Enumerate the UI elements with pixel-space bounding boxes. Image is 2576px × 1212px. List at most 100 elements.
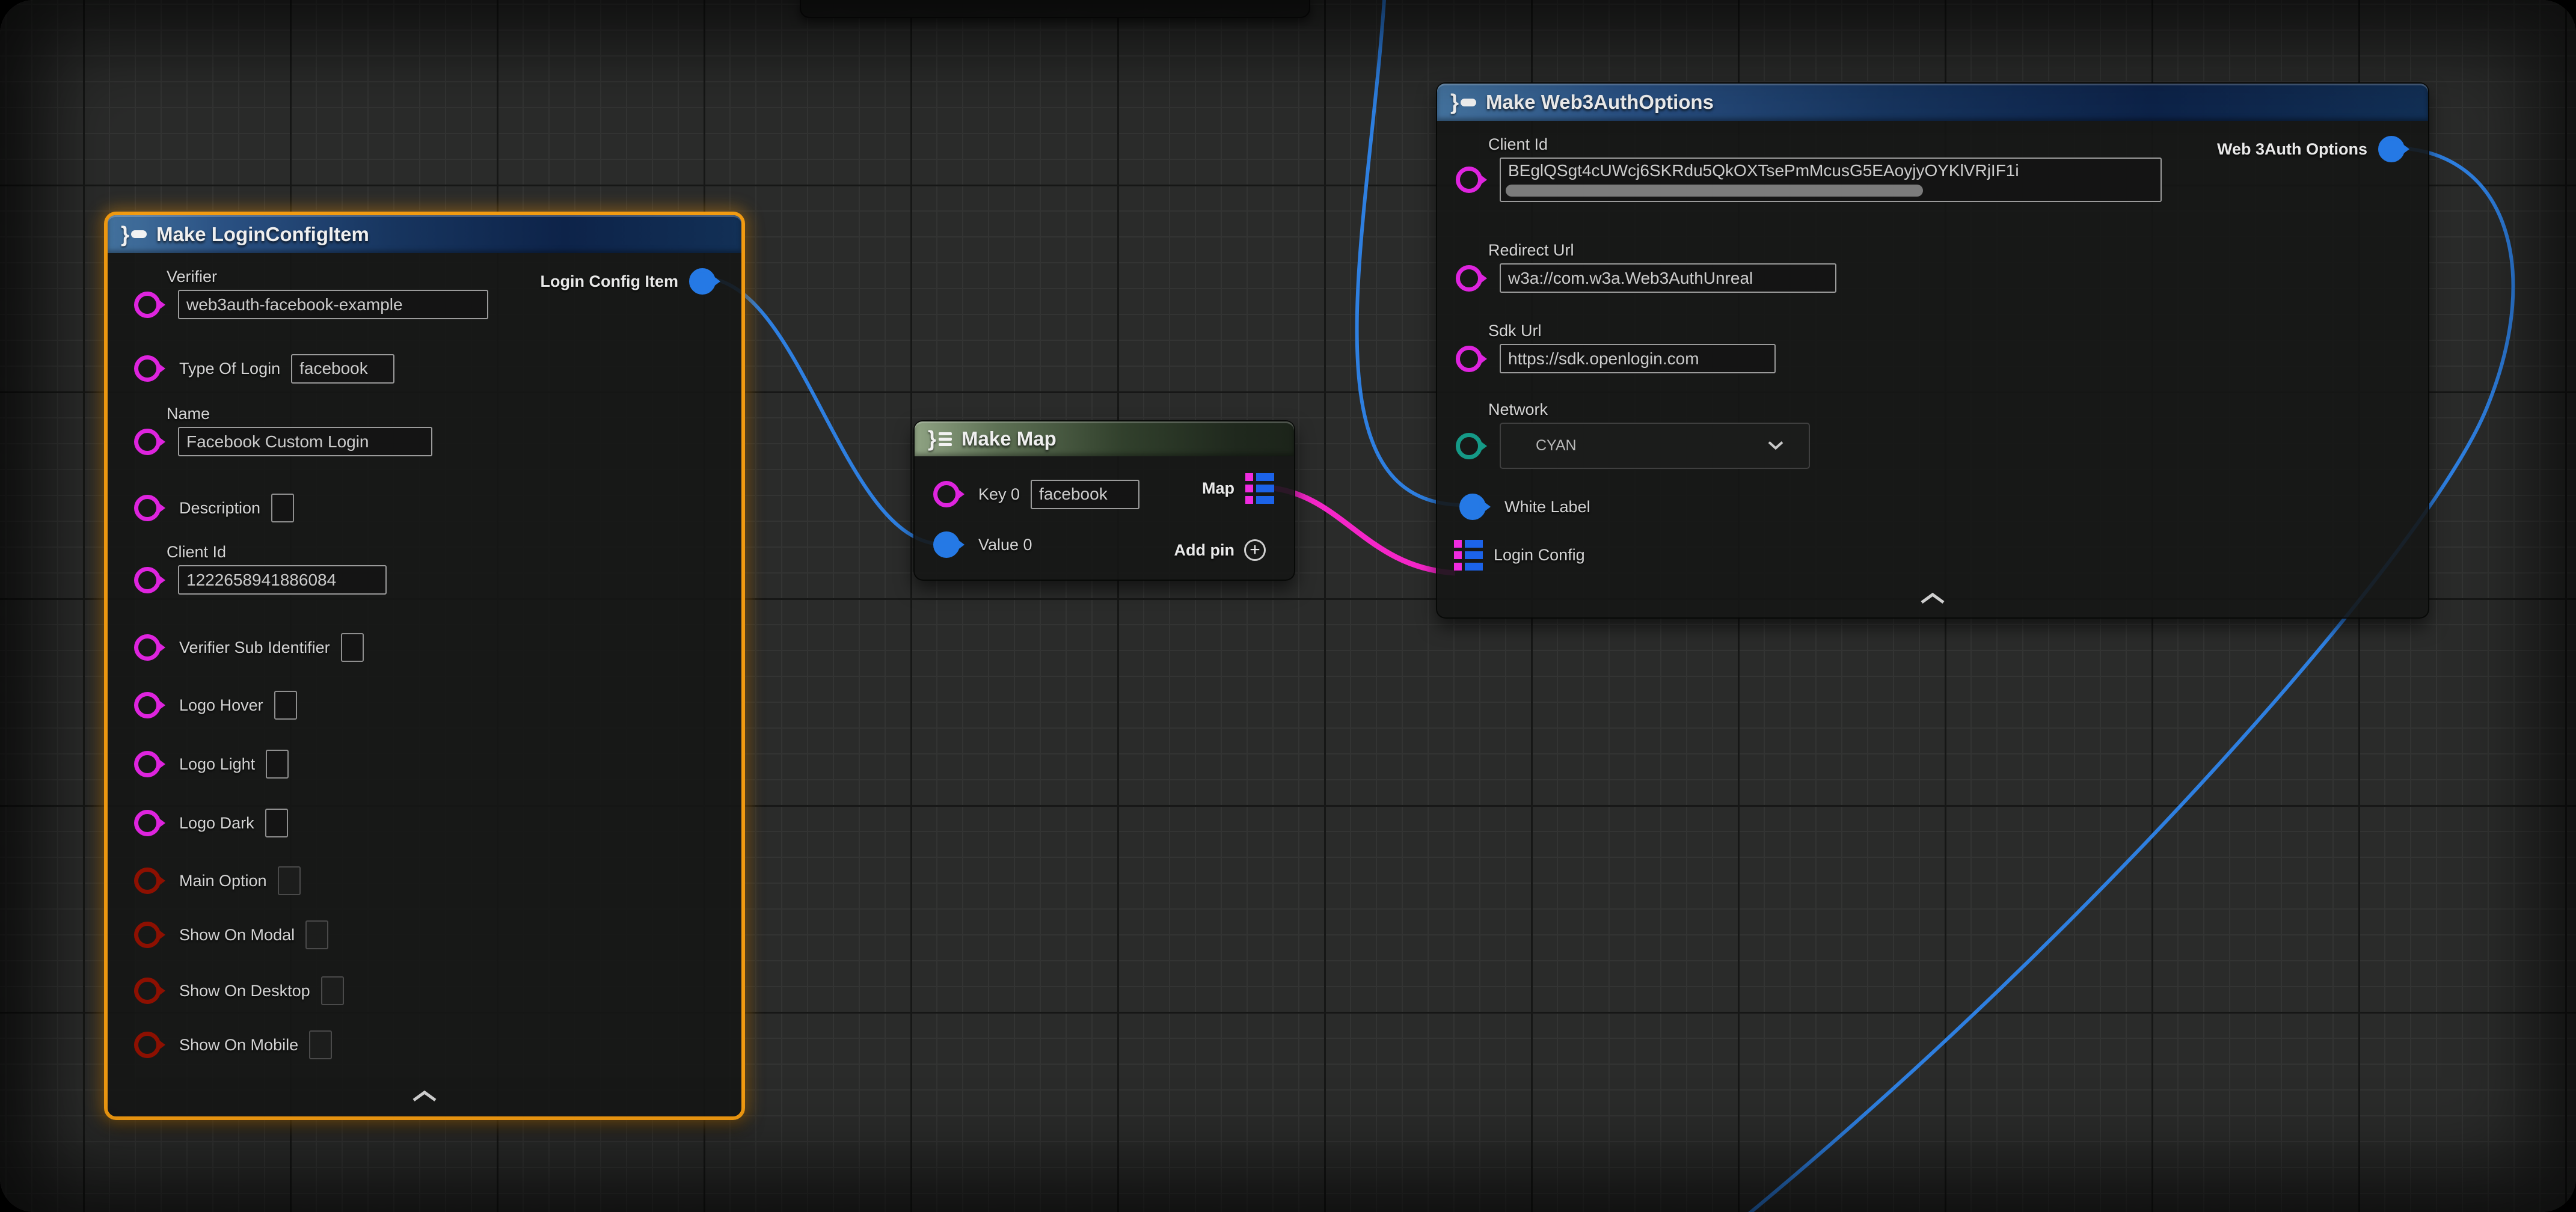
logo-light-input[interactable]	[266, 750, 289, 779]
field-network: Network CYAN	[1456, 400, 1810, 469]
main-option-checkbox[interactable]	[278, 866, 301, 895]
pin-description[interactable]	[134, 495, 161, 521]
logo-hover-input[interactable]	[274, 691, 297, 720]
pin-client-id[interactable]	[1456, 167, 1482, 193]
key0-label: Key 0	[978, 485, 1020, 504]
verifier-sub-identifier-input[interactable]	[341, 633, 364, 662]
node-title: Make Web3AuthOptions	[1486, 91, 1714, 114]
show-on-mobile-checkbox[interactable]	[309, 1030, 332, 1059]
pin-logo-light[interactable]	[134, 751, 161, 777]
client-id-text: BEglQSgt4cUWcj6SKRdu5QkOXTsePmMcusG5EAoy…	[1508, 161, 2019, 180]
white-label-label: White Label	[1504, 498, 1590, 516]
node-header[interactable]: } Make Map	[915, 421, 1294, 456]
field-logo-light: Logo Light	[134, 750, 289, 779]
description-label: Description	[179, 499, 260, 518]
chevron-down-icon	[1767, 437, 1785, 454]
field-login-config: Login Config	[1454, 540, 1585, 569]
node-header[interactable]: } Make LoginConfigItem	[108, 215, 741, 253]
field-show-on-mobile: Show On Mobile	[134, 1030, 332, 1059]
pin-show-on-mobile[interactable]	[134, 1032, 161, 1058]
show-on-mobile-label: Show On Mobile	[179, 1036, 298, 1054]
login-config-item-label: Login Config Item	[541, 272, 678, 291]
client-id-label: Client Id	[167, 543, 387, 562]
field-type-of-login: Type Of Login facebook	[134, 354, 394, 383]
pin-network[interactable]	[1456, 433, 1482, 459]
pin-value0[interactable]	[933, 531, 960, 558]
key0-input[interactable]: facebook	[1031, 480, 1139, 509]
pin-key0[interactable]	[933, 481, 960, 507]
show-on-desktop-label: Show On Desktop	[179, 982, 310, 1000]
login-config-label: Login Config	[1494, 546, 1585, 565]
value0-label: Value 0	[978, 536, 1032, 554]
field-redirect-url: Redirect Url w3a://com.w3a.Web3AuthUnrea…	[1456, 241, 1836, 293]
make-struct-icon: }	[121, 230, 147, 238]
pin-logo-hover[interactable]	[134, 692, 161, 718]
field-logo-hover: Logo Hover	[134, 691, 297, 720]
pin-sdk-url[interactable]	[1456, 346, 1482, 372]
field-value0: Value 0	[933, 530, 1032, 559]
network-dropdown[interactable]: CYAN	[1500, 423, 1810, 469]
verifier-input[interactable]: web3auth-facebook-example	[178, 290, 488, 319]
sdk-url-input[interactable]: https://sdk.openlogin.com	[1500, 344, 1776, 373]
node-make-web3authoptions[interactable]: } Make Web3AuthOptions Client Id BEglQSg…	[1436, 82, 2429, 619]
add-pin-row: Add pin +	[1174, 537, 1266, 563]
pin-main-option[interactable]	[134, 868, 161, 894]
show-on-modal-label: Show On Modal	[179, 926, 295, 944]
offscreen-node-partial[interactable]	[800, 0, 1310, 18]
output-map: Map	[1202, 475, 1274, 501]
web3auth-options-label: Web 3Auth Options	[2217, 140, 2367, 159]
pin-show-on-desktop[interactable]	[134, 978, 161, 1004]
collapse-chevron-icon[interactable]	[411, 1089, 438, 1106]
add-pin-button[interactable]: Add pin +	[1174, 539, 1266, 561]
pin-login-config[interactable]	[1454, 540, 1483, 571]
type-of-login-input[interactable]: facebook	[291, 354, 394, 384]
field-white-label: White Label	[1459, 492, 1590, 521]
make-struct-icon: }	[1450, 99, 1476, 106]
logo-dark-label: Logo Dark	[179, 814, 254, 833]
field-main-option: Main Option	[134, 866, 301, 895]
pin-logo-dark[interactable]	[134, 810, 161, 836]
field-description: Description	[134, 494, 294, 522]
pin-web3auth-options-out[interactable]	[2378, 136, 2405, 162]
logo-dark-input[interactable]	[265, 809, 288, 837]
pin-verifier[interactable]	[134, 292, 161, 318]
client-id-scrollbar[interactable]	[1506, 185, 1923, 197]
node-make-loginconfigitem[interactable]: } Make LoginConfigItem Verifier web3auth…	[104, 212, 745, 1120]
type-of-login-label: Type Of Login	[179, 360, 280, 378]
pin-show-on-modal[interactable]	[134, 922, 161, 948]
verifier-label: Verifier	[167, 268, 488, 286]
pin-client-id[interactable]	[134, 567, 161, 593]
pin-map-out[interactable]	[1245, 473, 1274, 504]
network-value: CYAN	[1536, 437, 1577, 454]
logo-light-label: Logo Light	[179, 755, 255, 774]
pin-redirect-url[interactable]	[1456, 265, 1482, 292]
field-client-id: Client Id BEglQSgt4cUWcj6SKRdu5QkOXTsePm…	[1456, 135, 2162, 202]
redirect-url-input[interactable]: w3a://com.w3a.Web3AuthUnreal	[1500, 263, 1836, 293]
client-id-input[interactable]: BEglQSgt4cUWcj6SKRdu5QkOXTsePmMcusG5EAoy…	[1500, 158, 2162, 202]
name-input[interactable]: Facebook Custom Login	[178, 427, 432, 456]
show-on-desktop-checkbox[interactable]	[321, 976, 344, 1005]
add-pin-label: Add pin	[1174, 541, 1234, 560]
pin-white-label[interactable]	[1459, 494, 1486, 520]
pin-type-of-login[interactable]	[134, 355, 161, 382]
pin-name[interactable]	[134, 429, 161, 455]
output-login-config-item: Login Config Item	[541, 268, 723, 295]
description-input[interactable]	[271, 494, 294, 522]
pin-login-config-item-out[interactable]	[689, 268, 716, 295]
field-client-id: Client Id 1222658941886084	[134, 543, 387, 595]
client-id-input[interactable]: 1222658941886084	[178, 565, 387, 595]
blueprint-graph-canvas[interactable]: } Make LoginConfigItem Verifier web3auth…	[0, 0, 2576, 1212]
collapse-chevron-icon[interactable]	[1919, 592, 1946, 608]
node-title: Make LoginConfigItem	[156, 223, 369, 246]
field-verifier-sub-identifier: Verifier Sub Identifier	[134, 633, 364, 662]
verifier-sub-identifier-label: Verifier Sub Identifier	[179, 638, 330, 657]
node-header[interactable]: } Make Web3AuthOptions	[1437, 84, 2428, 121]
node-title: Make Map	[961, 427, 1056, 450]
field-key0: Key 0 facebook	[933, 480, 1139, 509]
node-make-map[interactable]: } Make Map Key 0 facebook Map Value 0 Ad…	[913, 420, 1295, 581]
pin-verifier-sub-identifier[interactable]	[134, 634, 161, 661]
show-on-modal-checkbox[interactable]	[305, 920, 328, 949]
field-show-on-desktop: Show On Desktop	[134, 976, 344, 1005]
output-web3auth-options: Web 3Auth Options	[2217, 136, 2412, 162]
client-id-label: Client Id	[1488, 135, 2162, 154]
